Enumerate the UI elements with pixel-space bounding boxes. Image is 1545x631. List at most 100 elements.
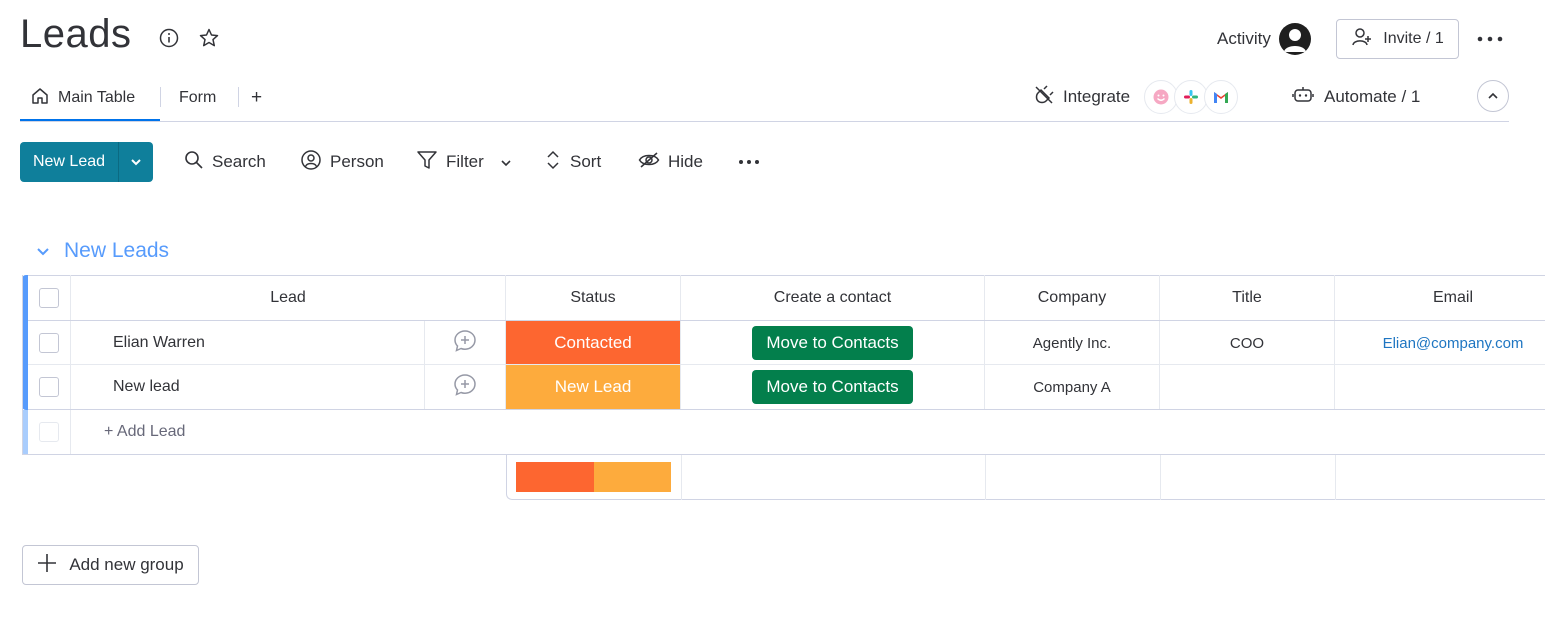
email-cell[interactable] xyxy=(1335,365,1545,409)
plug-icon xyxy=(1033,84,1055,111)
updates-cell[interactable] xyxy=(425,365,506,409)
updates-cell[interactable] xyxy=(425,321,506,365)
add-lead-input[interactable]: + Add Lead xyxy=(71,410,1545,454)
row-select-cell xyxy=(28,365,71,409)
plus-icon xyxy=(37,553,57,578)
more-icon[interactable] xyxy=(738,150,760,174)
chevron-down-icon xyxy=(130,153,142,171)
title-cell[interactable]: COO xyxy=(1160,321,1335,365)
chevron-down-icon[interactable] xyxy=(500,152,512,172)
status-cell[interactable]: Contacted xyxy=(506,321,681,365)
filter-icon xyxy=(416,149,438,176)
divider xyxy=(22,275,23,455)
person-icon xyxy=(300,149,322,176)
divider xyxy=(985,455,986,500)
info-icon[interactable] xyxy=(158,27,180,49)
sort-button[interactable]: Sort xyxy=(544,150,601,174)
collapse-header-button[interactable] xyxy=(1477,80,1509,112)
add-person-icon xyxy=(1351,26,1373,53)
invite-label: Invite / 1 xyxy=(1383,30,1444,47)
sort-label: Sort xyxy=(570,152,602,171)
move-to-contacts-button[interactable]: Move to Contacts xyxy=(752,370,913,404)
table-row[interactable]: Elian Warren Contacted Move to Contacts … xyxy=(22,321,1545,365)
hide-button[interactable]: Hide xyxy=(638,150,703,174)
sort-icon xyxy=(544,149,562,176)
status-cell[interactable]: New Lead xyxy=(506,365,681,409)
tab-main-table[interactable]: Main Table xyxy=(30,86,135,110)
table-row[interactable]: New lead New Lead Move to Contacts Compa… xyxy=(22,365,1545,409)
group-title[interactable]: New Leads xyxy=(64,239,169,263)
tab-form[interactable]: Form xyxy=(179,86,216,110)
tab-label: Form xyxy=(179,89,217,106)
chat-plus-icon[interactable] xyxy=(452,372,478,403)
company-cell[interactable]: Agently Inc. xyxy=(985,321,1160,365)
column-header-title[interactable]: Title xyxy=(1160,275,1335,320)
divider xyxy=(1160,455,1161,500)
create-contact-cell: Move to Contacts xyxy=(681,321,985,365)
person-filter-button[interactable]: Person xyxy=(300,149,384,176)
invite-button[interactable]: Invite / 1 xyxy=(1336,19,1459,59)
person-label: Person xyxy=(330,152,384,171)
automate-button[interactable]: Automate / 1 xyxy=(1292,84,1420,110)
views-bar: Main Table Form + Integrate Automate / 1 xyxy=(20,76,1509,122)
add-item-row[interactable]: + Add Lead xyxy=(22,410,1545,454)
row-select-cell xyxy=(28,410,71,454)
title-cell[interactable] xyxy=(1160,365,1335,409)
star-icon[interactable] xyxy=(198,27,220,49)
new-lead-button[interactable]: New Lead xyxy=(20,142,153,182)
move-to-contacts-button[interactable]: Move to Contacts xyxy=(752,326,913,360)
integration-logos xyxy=(1144,80,1239,114)
email-cell[interactable]: Elian@company.com xyxy=(1335,321,1545,365)
column-header-email[interactable]: Email xyxy=(1335,275,1545,320)
add-new-group-button[interactable]: Add new group xyxy=(22,545,199,585)
divider xyxy=(681,455,682,500)
robot-icon xyxy=(1292,85,1314,110)
home-icon xyxy=(30,86,50,111)
column-header-status[interactable]: Status xyxy=(506,275,681,320)
search-button[interactable]: Search xyxy=(184,150,266,174)
company-cell[interactable]: Company A xyxy=(985,365,1160,409)
status-summary-bar[interactable] xyxy=(516,462,671,492)
chevron-down-icon[interactable] xyxy=(36,239,50,263)
filter-label: Filter xyxy=(446,152,484,171)
hide-label: Hide xyxy=(668,152,703,171)
row-select-cell xyxy=(28,321,71,365)
divider xyxy=(1335,455,1336,500)
eye-off-icon xyxy=(638,150,660,175)
add-view-button[interactable]: + xyxy=(251,86,262,110)
slack-icon xyxy=(1174,80,1209,114)
lead-name-cell[interactable]: Elian Warren xyxy=(71,321,425,365)
integrate-button[interactable]: Integrate xyxy=(1033,78,1239,116)
search-icon xyxy=(184,150,204,175)
add-view-label: + xyxy=(251,87,263,108)
status-summary-segment xyxy=(593,462,671,492)
chevron-up-icon xyxy=(1487,87,1499,105)
select-all-cell xyxy=(28,275,71,320)
row-checkbox[interactable] xyxy=(39,333,59,353)
create-contact-cell: Move to Contacts xyxy=(681,365,985,409)
add-new-group-label: Add new group xyxy=(69,555,184,574)
table-header-row: Lead Status Create a contact Company Tit… xyxy=(22,275,1545,320)
status-summary-segment xyxy=(516,462,594,492)
divider xyxy=(238,87,239,107)
page-title: Leads xyxy=(20,12,132,56)
column-header-create-contact[interactable]: Create a contact xyxy=(681,275,985,320)
row-checkbox-disabled xyxy=(39,422,59,442)
gmail-icon xyxy=(1204,80,1239,114)
more-icon[interactable] xyxy=(1474,26,1506,52)
activity-button[interactable]: Activity xyxy=(1217,22,1311,56)
select-all-checkbox[interactable] xyxy=(39,287,59,308)
row-checkbox[interactable] xyxy=(39,377,59,397)
smiley-app-icon xyxy=(1144,80,1179,114)
search-label: Search xyxy=(212,152,266,171)
integrate-label: Integrate xyxy=(1063,87,1131,106)
column-header-lead[interactable]: Lead xyxy=(71,275,506,320)
filter-button[interactable]: Filter xyxy=(416,150,512,174)
lead-name-cell[interactable]: New lead xyxy=(71,365,425,409)
new-lead-label[interactable]: New Lead xyxy=(20,142,118,182)
group-header[interactable]: New Leads xyxy=(36,236,169,266)
new-lead-dropdown[interactable] xyxy=(118,142,153,182)
active-tab-indicator xyxy=(20,119,160,121)
column-header-company[interactable]: Company xyxy=(985,275,1160,320)
chat-plus-icon[interactable] xyxy=(452,328,478,359)
